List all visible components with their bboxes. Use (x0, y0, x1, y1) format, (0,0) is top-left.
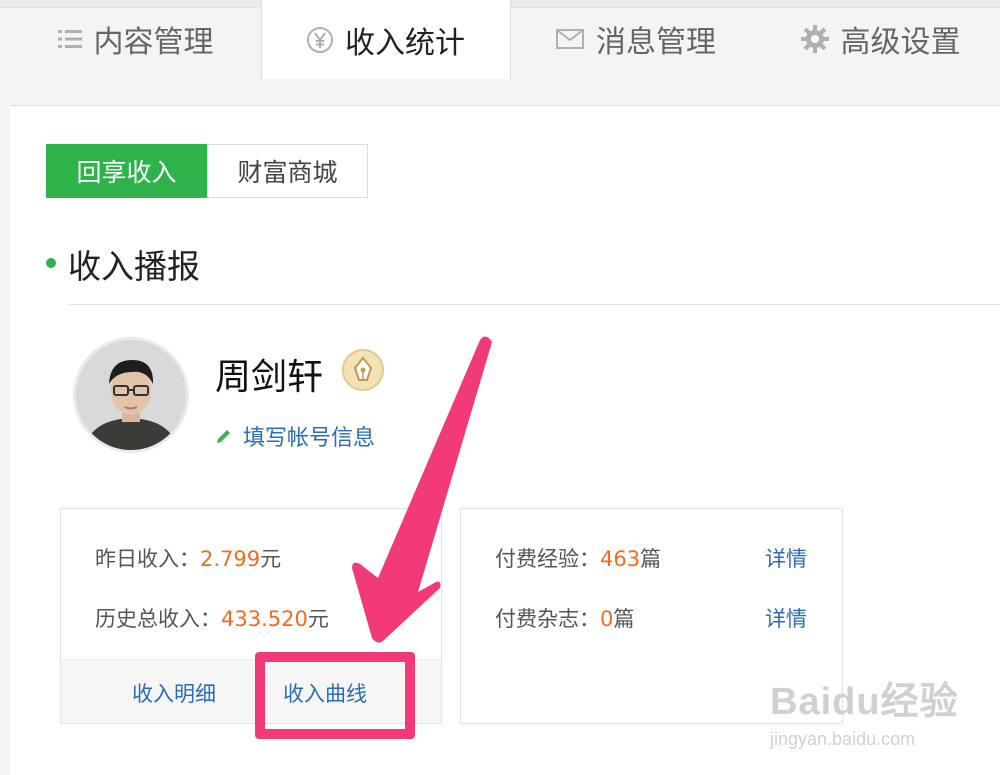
watermark: Baidu经验 jingyan.baidu.com (770, 670, 959, 750)
paid-magazine-detail-link[interactable]: 详情 (765, 603, 807, 633)
list-icon (57, 29, 82, 49)
yesterday-income-unit: 元 (260, 547, 282, 571)
total-income-row: 历史总收入：433.520元 (95, 603, 329, 633)
paid-magazine-label: 付费杂志： (495, 607, 600, 631)
subtab-shared-income[interactable]: 回享收入 (46, 144, 207, 198)
total-income-label: 历史总收入： (95, 607, 221, 631)
section-divider (68, 304, 1000, 305)
paid-experience-unit: 篇 (640, 547, 662, 571)
mail-icon (556, 29, 584, 49)
edit-account-info-label: 填写帐号信息 (243, 426, 376, 451)
paid-magazine-unit: 篇 (613, 607, 635, 631)
tab-income-statistics[interactable]: 收入统计 (261, 0, 511, 79)
yesterday-income-row: 昨日收入：2.799元 (95, 543, 281, 573)
tab-content-management[interactable]: 内容管理 (10, 0, 261, 78)
income-detail-link[interactable]: 收入明细 (132, 678, 216, 708)
tab-label: 收入统计 (345, 25, 465, 61)
avatar (73, 337, 189, 453)
section-title: 收入播报 (68, 247, 200, 286)
tab-label: 高级设置 (840, 25, 961, 60)
paid-experience-label: 付费经验： (495, 547, 600, 571)
tab-label: 内容管理 (93, 25, 214, 60)
username: 周剑轩 (215, 357, 324, 398)
tab-label: 消息管理 (596, 25, 716, 60)
yesterday-income-label: 昨日收入： (95, 547, 200, 571)
watermark-logo: Baidu经验 (770, 681, 959, 723)
total-income-unit: 元 (307, 607, 329, 631)
pencil-icon (215, 427, 233, 445)
subtab-wealth-mall[interactable]: 财富商城 (207, 144, 368, 198)
paid-magazine-value: 0 (600, 607, 614, 631)
watermark-url: jingyan.baidu.com (770, 729, 916, 749)
paid-experience-row: 付费经验：463篇 (495, 543, 661, 573)
paid-experience-detail-link[interactable]: 详情 (765, 543, 807, 573)
yesterday-income-value: 2.799 (200, 547, 261, 571)
gear-icon (800, 25, 829, 53)
subtab-group: 回享收入 财富商城 (46, 144, 368, 198)
total-income-value: 433.520 (221, 607, 308, 631)
pen-nib-badge-icon (342, 349, 384, 391)
yen-icon (307, 26, 333, 53)
paid-magazine-row: 付费杂志：0篇 (495, 603, 634, 633)
paid-experience-value: 463 (600, 547, 641, 571)
edit-account-info-link[interactable]: 填写帐号信息 (215, 420, 375, 452)
annotation-highlight-box (255, 652, 415, 739)
tab-message-management[interactable]: 消息管理 (511, 0, 761, 78)
section-bullet (46, 258, 56, 268)
tab-advanced-settings[interactable]: 高级设置 (761, 0, 1000, 78)
